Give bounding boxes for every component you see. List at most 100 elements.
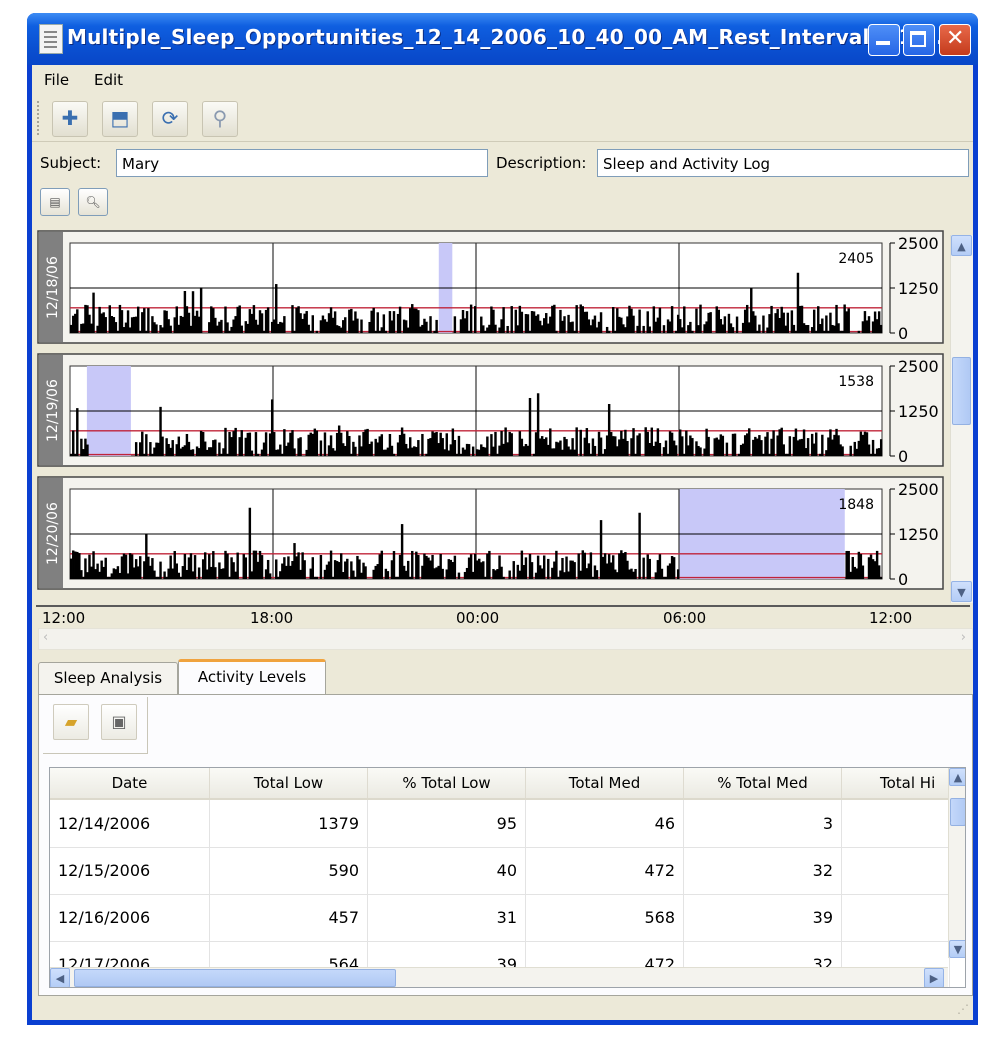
table-cell bbox=[842, 847, 950, 894]
activity-bar bbox=[169, 325, 172, 333]
row-date-label: 12/18/06 bbox=[45, 256, 61, 319]
scroll-right-icon[interactable]: › bbox=[961, 630, 966, 645]
activity-bar bbox=[354, 446, 357, 456]
activity-bar bbox=[429, 316, 432, 333]
toolbar-grip[interactable] bbox=[37, 101, 42, 135]
activity-bar bbox=[871, 439, 875, 456]
activity-bar bbox=[329, 550, 333, 579]
table-cell: 472 bbox=[526, 847, 684, 894]
scroll-down-button[interactable]: ▼ bbox=[951, 581, 972, 602]
activity-bar bbox=[244, 557, 248, 579]
activity-bar bbox=[260, 555, 264, 579]
open-folder-button[interactable]: ▰ bbox=[53, 704, 89, 740]
activity-bar bbox=[658, 442, 662, 456]
time-tick-label: 00:00 bbox=[456, 609, 500, 627]
subject-label: Subject: bbox=[40, 154, 102, 172]
description-field[interactable]: Sleep and Activity Log bbox=[597, 149, 969, 177]
open-button[interactable]: ⬒ bbox=[102, 101, 138, 137]
table-vertical-scrollbar[interactable]: ▲ ▼ bbox=[948, 768, 965, 958]
time-tick-label: 12:00 bbox=[42, 609, 86, 627]
save-button[interactable]: ▣ bbox=[101, 704, 137, 740]
chart-vertical-scrollbar[interactable]: ▲ ▼ bbox=[950, 235, 973, 603]
minimize-button[interactable] bbox=[868, 24, 900, 56]
column-header-pct-total-med[interactable]: % Total Med bbox=[684, 768, 842, 798]
table-scroll-down-button[interactable]: ▼ bbox=[949, 940, 965, 958]
activity-bar bbox=[139, 556, 142, 579]
zoom-button[interactable]: 🔍︎ bbox=[78, 188, 108, 216]
maximize-button[interactable] bbox=[903, 24, 935, 56]
table-row[interactable]: 12/15/2006 590 40 472 32 bbox=[50, 847, 950, 895]
menu-bar: File Edit bbox=[32, 65, 973, 96]
menu-edit[interactable]: Edit bbox=[94, 71, 123, 89]
activity-bar bbox=[642, 557, 645, 579]
activity-bar bbox=[857, 330, 861, 333]
title-bar[interactable]: Multiple_Sleep_Opportunities_12_14_2006_… bbox=[27, 13, 978, 65]
refresh-button[interactable]: ⟳ bbox=[152, 101, 188, 137]
column-header-total-high[interactable]: Total Hi bbox=[842, 768, 950, 798]
tab-sleep-analysis[interactable]: Sleep Analysis bbox=[38, 662, 178, 694]
activity-bar bbox=[563, 316, 566, 333]
table-cell bbox=[842, 894, 950, 941]
activity-bar bbox=[147, 308, 150, 333]
table-cell: 31 bbox=[368, 894, 526, 941]
table-scroll-right-button[interactable]: ▶ bbox=[924, 968, 944, 987]
activity-bar bbox=[494, 324, 497, 333]
menu-file[interactable]: File bbox=[44, 71, 69, 89]
y-tick-label: 0 bbox=[898, 447, 908, 466]
activity-bar bbox=[469, 304, 473, 333]
activity-bar bbox=[766, 432, 769, 456]
add-button[interactable]: ✚ bbox=[52, 101, 88, 137]
activity-bar bbox=[315, 430, 319, 456]
activity-bar bbox=[691, 438, 694, 456]
print-chart-button[interactable]: ▤ bbox=[40, 188, 70, 216]
tab-activity-levels[interactable]: Activity Levels bbox=[178, 659, 326, 695]
resize-grip-icon[interactable]: ⋰ bbox=[957, 1002, 969, 1016]
table-scroll-left-button[interactable]: ◀ bbox=[50, 968, 70, 987]
activity-bar bbox=[380, 550, 384, 579]
link-button[interactable]: ⚲ bbox=[202, 101, 238, 137]
column-header-total-med[interactable]: Total Med bbox=[526, 768, 684, 798]
table-scroll-up-button[interactable]: ▲ bbox=[949, 768, 965, 786]
column-header-total-low[interactable]: Total Low bbox=[210, 768, 368, 798]
activity-bar bbox=[599, 437, 603, 456]
table-cell: 46 bbox=[526, 800, 684, 847]
activity-bar bbox=[788, 436, 792, 456]
activity-bar bbox=[662, 325, 666, 333]
close-button[interactable]: ✕ bbox=[939, 24, 971, 56]
activity-bar bbox=[72, 430, 75, 456]
column-header-date[interactable]: Date bbox=[50, 768, 210, 798]
scroll-up-button[interactable]: ▲ bbox=[951, 235, 972, 256]
activity-bar bbox=[664, 440, 668, 456]
table-row[interactable]: 12/14/2006 1379 95 46 3 bbox=[50, 800, 950, 848]
activity-bar bbox=[825, 315, 828, 333]
activity-bar bbox=[376, 312, 379, 333]
activity-bar bbox=[721, 435, 725, 456]
activity-bar bbox=[254, 432, 258, 456]
activity-bar bbox=[638, 433, 641, 456]
activity-table: Date Total Low % Total Low Total Med % T… bbox=[49, 767, 966, 988]
activity-levels-panel: ▰ ▣ Date Total Low % Total Low Total Med… bbox=[38, 694, 973, 996]
scroll-thumb[interactable] bbox=[952, 357, 971, 425]
activity-bar bbox=[256, 453, 260, 456]
y-tick-label: 2500 bbox=[898, 357, 939, 376]
activity-bar bbox=[593, 445, 597, 456]
activity-bar bbox=[770, 305, 773, 333]
activity-bar bbox=[674, 445, 678, 456]
row-date-label: 12/19/06 bbox=[45, 379, 61, 442]
column-header-pct-total-low[interactable]: % Total Low bbox=[368, 768, 526, 798]
table-cell: 590 bbox=[210, 847, 368, 894]
activity-bar bbox=[530, 562, 534, 579]
chart-horizontal-scrollbar[interactable]: ‹ › bbox=[38, 628, 973, 650]
activity-chart[interactable]: 12/18/06 2405 2500 1250 0 12/19/06 1538 2500 125… bbox=[36, 221, 977, 601]
subject-field[interactable]: Mary bbox=[116, 149, 488, 177]
activity-bar bbox=[406, 560, 410, 579]
table-cell: 457 bbox=[210, 894, 368, 941]
table-hscroll-thumb[interactable] bbox=[74, 969, 396, 987]
activity-bar bbox=[240, 325, 243, 333]
activity-bar bbox=[136, 306, 140, 333]
scroll-left-icon[interactable]: ‹ bbox=[43, 630, 48, 645]
activity-bar bbox=[76, 309, 79, 333]
table-horizontal-scrollbar[interactable]: ◀ ▶ bbox=[50, 967, 948, 987]
table-row[interactable]: 12/16/2006 457 31 568 39 bbox=[50, 894, 950, 942]
table-scroll-thumb[interactable] bbox=[950, 798, 965, 826]
